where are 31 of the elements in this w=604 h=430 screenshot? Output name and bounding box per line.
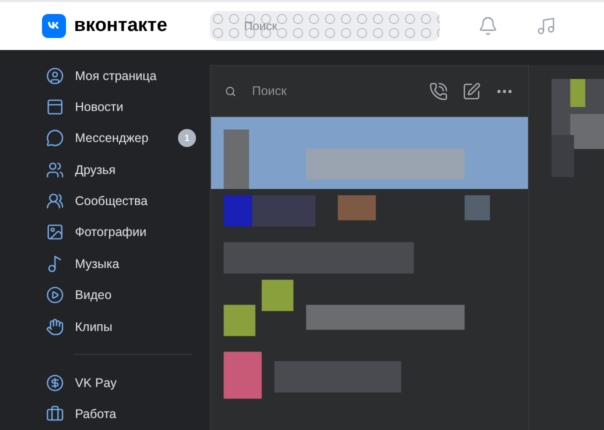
play-icon [46, 286, 64, 304]
bell-icon[interactable] [478, 16, 498, 36]
logo-text: вконтакте [74, 15, 168, 37]
user-icon [46, 66, 64, 85]
sidebar-item[interactable]: Новости [46, 91, 210, 123]
logo-icon[interactable] [42, 14, 66, 38]
music-note-icon [46, 254, 64, 273]
sidebar-item[interactable]: Друзья [46, 154, 210, 186]
image-icon [46, 223, 64, 242]
music-icon[interactable] [536, 16, 556, 36]
hand-icon [46, 318, 64, 336]
sidebar-item[interactable]: Клипы [46, 310, 210, 342]
sidebar-item[interactable]: VK Pay [46, 367, 210, 399]
sidebar-item[interactable]: Сообщества [46, 185, 210, 217]
search-field[interactable]: Поиск [250, 83, 415, 99]
people-icon [46, 192, 64, 210]
sidebar-item[interactable]: Видео [46, 280, 210, 311]
sidebar-item[interactable]: Мессенджер 1 [46, 122, 210, 154]
phone-add-icon[interactable] [429, 82, 448, 100]
people-icon [46, 160, 64, 179]
sidebar-item[interactable]: Музыка [46, 248, 210, 280]
window-icon [46, 98, 64, 116]
sidebar-item[interactable]: Фотографии [46, 216, 210, 248]
sidebar-item[interactable]: Моя страница [46, 60, 210, 92]
count-badge: 1 [178, 129, 196, 148]
briefcase-icon [46, 405, 64, 424]
compose-icon[interactable] [462, 82, 481, 100]
dollar-icon [46, 374, 64, 392]
sidebar-item[interactable]: Работа [46, 398, 210, 430]
speech-bubble-icon [46, 129, 64, 148]
search-field[interactable]: Поиск [210, 11, 440, 41]
